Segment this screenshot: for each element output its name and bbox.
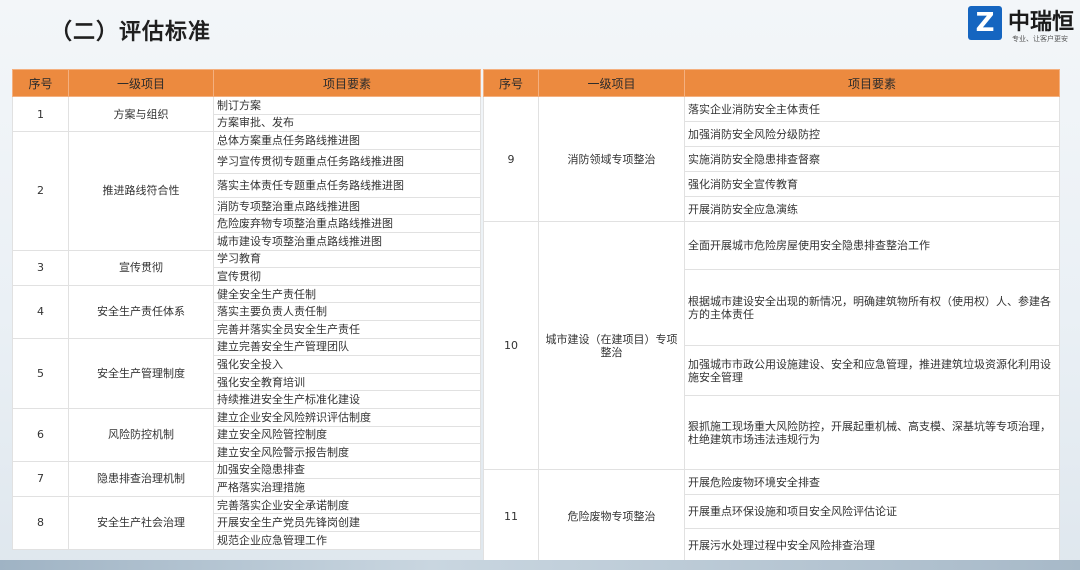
item-element: 消防专项整治重点路线推进图 — [213, 196, 481, 216]
table-header-row: 序号 一级项目 项目要素 — [483, 69, 1060, 97]
row-number: 6 — [12, 407, 69, 462]
item-element: 制订方案 — [213, 96, 481, 115]
item-element: 学习教育 — [213, 249, 481, 269]
item-element: 开展安全生产党员先锋岗创建 — [213, 513, 481, 533]
primary-item: 城市建设（在建项目）专项整治 — [538, 221, 685, 470]
primary-item: 宣传贯彻 — [68, 249, 214, 286]
header-elements: 项目要素 — [213, 69, 481, 97]
item-element: 全面开展城市危险房屋使用安全隐患排查整治工作 — [684, 221, 1060, 270]
primary-item: 安全生产管理制度 — [68, 337, 214, 409]
item-element: 规范企业应急管理工作 — [213, 531, 481, 550]
primary-item: 危险废物专项整治 — [538, 469, 685, 563]
primary-item: 消防领域专项整治 — [538, 96, 685, 222]
header-item: 一级项目 — [68, 69, 214, 97]
item-element: 城市建设专项整治重点路线推进图 — [213, 231, 481, 251]
item-element: 加强城市市政公用设施建设、安全和应急管理，推进建筑垃圾资源化利用设施安全管理 — [684, 345, 1060, 396]
item-element: 强化安全教育培训 — [213, 372, 481, 392]
table-row: 1 方案与组织 制订方案 — [12, 95, 481, 133]
table-row: 10 城市建设（在建项目）专项整治 全面开展城市危险房屋使用安全隐患排查整治工作 — [483, 221, 1060, 470]
table-row: 8 安全生产社会治理 完善落实企业安全承诺制度 — [12, 495, 481, 550]
item-element: 宣传贯彻 — [213, 267, 481, 286]
item-element: 实施消防安全隐患排查督察 — [684, 146, 1060, 172]
item-element: 开展污水处理过程中安全风险排查治理 — [684, 528, 1060, 563]
table-row: 2 推进路线符合性 总体方案重点任务路线推进图 — [12, 131, 481, 251]
right-standards-table: 序号 一级项目 项目要素 9 消防领域专项整治 落实企业消防安全主体责任 加强消防安全… — [483, 69, 1060, 563]
item-element: 学习宣传贯彻专题重点任务路线推进图 — [213, 148, 481, 174]
logo-slogan: 专业、让客户更安 — [1012, 35, 1068, 43]
header-elements: 项目要素 — [684, 69, 1060, 97]
table-row: 7 隐患排查治理机制 加强安全隐患排查 — [12, 460, 481, 497]
item-element: 建立安全风险警示报告制度 — [213, 443, 481, 462]
header-no: 序号 — [12, 69, 69, 97]
item-element: 开展危险废物环境安全排查 — [684, 469, 1060, 495]
item-element: 完善并落实全员安全生产责任 — [213, 319, 481, 339]
item-element: 落实主要负责人责任制 — [213, 302, 481, 321]
table-row: 5 安全生产管理制度 建立完善安全生产管理团队 — [12, 337, 481, 409]
primary-item: 安全生产责任体系 — [68, 284, 214, 339]
item-element: 开展重点环保设施和项目安全风险评估论证 — [684, 494, 1060, 529]
item-element: 开展消防安全应急演练 — [684, 196, 1060, 222]
right-table-body: 9 消防领域专项整治 落实企业消防安全主体责任 加强消防安全风险分级防控 实施消防安全隐… — [483, 96, 1060, 563]
item-element: 强化消防安全宣传教育 — [684, 171, 1060, 197]
table-row: 3 宣传贯彻 学习教育 — [12, 249, 481, 286]
item-element: 强化安全投入 — [213, 355, 481, 374]
left-table-body: 1 方案与组织 制订方案 方案审批、发布 2 推进路线符合性 总体方案重点任务路线推进图 学习… — [12, 95, 481, 550]
table-row: 4 安全生产责任体系 健全安全生产责任制 — [12, 284, 481, 339]
row-number: 9 — [483, 96, 539, 222]
logo-mark-icon: Z — [968, 6, 1002, 40]
item-element: 危险废弃物专项整治重点路线推进图 — [213, 214, 481, 233]
item-element: 建立企业安全风险辨识评估制度 — [213, 407, 481, 427]
logo-name: 中瑞恒 — [1008, 10, 1075, 35]
header-item: 一级项目 — [538, 69, 685, 97]
item-element: 根据城市建设安全出现的新情况，明确建筑物所有权（使用权）人、参建各方的主体责任 — [684, 269, 1060, 346]
row-number: 4 — [12, 284, 69, 339]
left-standards-table: 序号 一级项目 项目要素 1 方案与组织 制订方案 方案审批、发布 2 推进路线符合性 总体… — [12, 69, 481, 550]
page-title: （二）评估标准 — [50, 20, 212, 45]
item-element: 建立完善安全生产管理团队 — [213, 337, 481, 357]
primary-item: 推进路线符合性 — [68, 131, 214, 251]
item-element: 严格落实治理措施 — [213, 478, 481, 497]
row-number: 5 — [12, 337, 69, 409]
item-element: 建立安全风险管控制度 — [213, 425, 481, 445]
item-element: 狠抓施工现场重大风险防控，开展起重机械、高支模、深基坑等专项治理，杜绝建筑市场违… — [684, 395, 1060, 470]
decorative-band — [0, 560, 1080, 570]
item-element: 健全安全生产责任制 — [213, 284, 481, 304]
item-element: 落实主体责任专题重点任务路线推进图 — [213, 172, 481, 198]
row-number: 1 — [12, 95, 69, 133]
primary-item: 安全生产社会治理 — [68, 495, 214, 550]
table-header-row: 序号 一级项目 项目要素 — [12, 69, 481, 97]
primary-item: 隐患排查治理机制 — [68, 460, 214, 497]
row-number: 7 — [12, 460, 69, 497]
primary-item: 风险防控机制 — [68, 407, 214, 462]
item-element: 落实企业消防安全主体责任 — [684, 96, 1060, 122]
company-logo: Z 中瑞恒 专业、让客户更安 — [968, 4, 1080, 44]
table-row: 6 风险防控机制 建立企业安全风险辨识评估制度 — [12, 407, 481, 462]
row-number: 3 — [12, 249, 69, 286]
header-no: 序号 — [483, 69, 539, 97]
table-row: 11 危险废物专项整治 开展危险废物环境安全排查 — [483, 469, 1060, 563]
row-number: 8 — [12, 495, 69, 550]
item-element: 方案审批、发布 — [213, 113, 481, 133]
primary-item: 方案与组织 — [68, 95, 214, 133]
row-number: 2 — [12, 131, 69, 251]
item-element: 加强消防安全风险分级防控 — [684, 121, 1060, 147]
row-number: 11 — [483, 469, 539, 563]
item-element: 完善落实企业安全承诺制度 — [213, 495, 481, 515]
row-number: 10 — [483, 221, 539, 470]
item-element: 持续推进安全生产标准化建设 — [213, 390, 481, 409]
item-element: 加强安全隐患排查 — [213, 460, 481, 480]
table-row: 9 消防领域专项整治 落实企业消防安全主体责任 — [483, 96, 1060, 222]
item-element: 总体方案重点任务路线推进图 — [213, 131, 481, 150]
